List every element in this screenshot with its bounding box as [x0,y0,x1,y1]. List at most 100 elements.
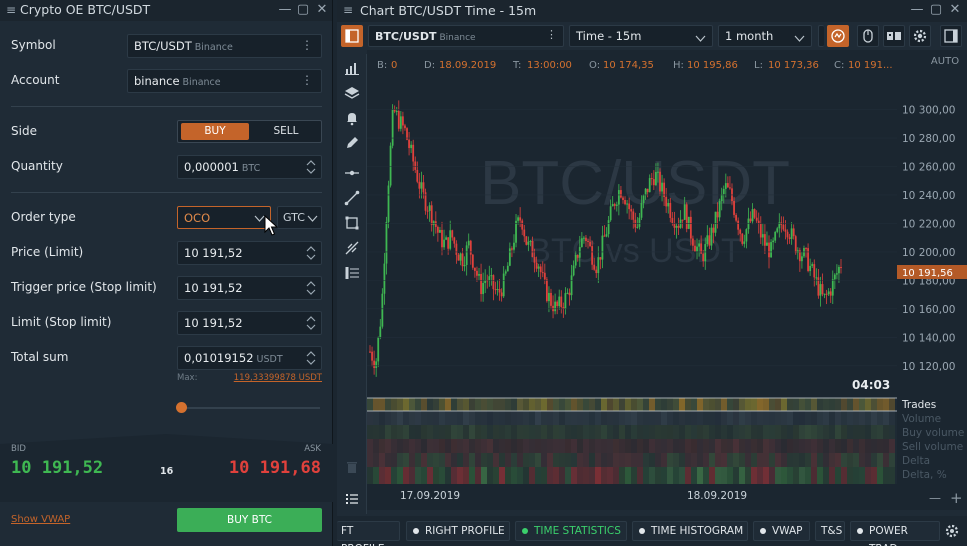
total-sum-input[interactable]: 0,01019152 USDT [177,346,322,370]
symbol-selector[interactable]: BTC/USDT Binance ⋮ [127,34,322,58]
ask-price[interactable]: 10 191,68 [229,458,321,478]
templates-icon[interactable] [883,25,905,47]
indicator-cell [685,467,691,484]
indicator-cell [391,425,397,439]
symbol-label: Symbol [11,38,56,52]
indicators-icon[interactable] [344,60,360,76]
zoom-in-button[interactable]: + [950,489,963,507]
candle-body [385,221,388,264]
alert-bell-icon[interactable] [344,110,360,126]
tab-power-trades[interactable]: POWER TRAD [850,521,940,546]
indicator-cell [583,398,589,411]
candlestick-chart[interactable]: BTC/USDT BTC vs USDT B: 0 D: 18.09.2019 … [367,50,967,510]
menu-icon[interactable]: ≡ [343,3,353,17]
zoom-out-button[interactable]: — [929,491,941,505]
stepper-icon[interactable] [305,244,317,262]
indicator-label-volume[interactable]: Volume [902,413,941,425]
limit-stop-input[interactable]: 10 191,52 [177,311,322,335]
minimize-icon[interactable]: — [277,2,293,17]
range-dropdown[interactable]: 1 month [718,25,812,47]
stepper-icon[interactable] [305,314,317,332]
tab-time-histogram[interactable]: TIME HISTOGRAM [632,521,748,541]
fibonacci-icon[interactable] [344,240,360,256]
price-chart[interactable]: BTC/USDT BTC vs USDT B: 0 D: 18.09.2019 … [367,50,967,510]
indicator-cell [565,398,571,411]
bid-price[interactable]: 10 191,52 [11,458,103,478]
close-icon[interactable]: ✕ [314,2,330,17]
time-in-force-dropdown[interactable]: GTC [277,206,322,229]
indicator-cell [391,398,397,411]
minimize-icon[interactable]: — [909,2,925,17]
indicator-cell [517,411,523,425]
indicator-cell [715,411,721,425]
timeframe-value: Time - 15m [576,29,642,43]
settings-gear-icon[interactable] [944,523,960,542]
tab-time-and-sales[interactable]: T&S [815,521,845,541]
horizontal-line-icon[interactable] [344,165,360,181]
maximize-icon[interactable]: ▢ [295,2,311,17]
indicator-cell [829,398,835,411]
rectangle-icon[interactable] [344,215,360,231]
mouse-icon[interactable] [857,25,879,47]
indicator-cell [595,398,601,411]
sell-side-button[interactable]: SELL [254,123,318,140]
candle-body [506,265,509,272]
max-amount-link[interactable]: 119,33399878 USDT [234,373,322,383]
trash-icon[interactable] [344,459,360,475]
maximize-icon[interactable]: ▢ [928,2,944,17]
more-options-icon[interactable]: ⋮ [546,28,557,41]
indicator-cell [835,467,841,484]
tab-left-profile[interactable]: FT PROFILE [337,521,400,546]
stepper-icon[interactable] [305,279,317,297]
quantity-input[interactable]: 0,000001 BTC [177,155,322,179]
candle-body [395,110,398,112]
trend-line-icon[interactable] [344,190,360,206]
object-list-icon[interactable] [344,491,360,507]
order-type-dropdown[interactable]: OCO [177,206,271,229]
amount-slider-handle[interactable] [176,402,187,413]
auto-scale-button[interactable]: AUTO [931,56,959,67]
more-options-icon[interactable]: ⋮ [301,73,313,87]
menu-icon[interactable]: ≡ [6,3,16,17]
tab-right-profile[interactable]: RIGHT PROFILE [406,521,510,541]
indicator-label-sell-volume[interactable]: Sell volume [902,441,963,453]
indicator-cell [889,439,895,453]
timeframe-dropdown[interactable]: Time - 15m [569,25,713,47]
candle-body [568,292,571,296]
candle-body [543,272,546,280]
stepper-icon[interactable] [305,158,317,176]
tab-vwap[interactable]: VWAP [753,521,810,541]
indicator-cell [577,453,583,467]
layers-icon[interactable] [344,85,360,101]
account-selector[interactable]: binance Binance ⋮ [127,69,322,93]
pencil-icon[interactable] [344,135,360,151]
toggle-panel-icon[interactable] [341,25,363,47]
indicator-label-buy-volume[interactable]: Buy volume [902,427,964,439]
indicator-cell [547,467,553,484]
indicator-cell [817,467,823,484]
indicator-label-delta-percent[interactable]: Delta, % [902,469,947,481]
stepper-icon[interactable] [305,349,317,367]
show-vwap-link[interactable]: Show VWAP [11,514,70,525]
side-panel-icon[interactable] [940,25,962,47]
trigger-price-input[interactable]: 10 191,52 [177,276,322,300]
chart-symbol-selector[interactable]: BTC/USDT Binance ⋮ [368,25,564,47]
candle-body [420,182,423,189]
indicator-label-delta[interactable]: Delta [902,455,930,467]
indicator-cell [559,439,565,453]
more-options-icon[interactable]: ⋮ [301,38,313,52]
amount-slider-track[interactable] [182,407,320,409]
buy-side-button[interactable]: BUY [181,123,249,140]
price-limit-input[interactable]: 10 191,52 [177,241,322,265]
settings-gear-icon[interactable] [909,25,931,47]
tab-time-statistics[interactable]: TIME STATISTICS [515,521,627,541]
candle-body [652,179,655,186]
total-sum-label: Total sum [11,350,69,364]
text-note-icon[interactable] [344,265,360,281]
indicator-cell [817,398,823,411]
close-icon[interactable]: ✕ [947,2,963,17]
magnet-icon[interactable] [827,25,849,47]
indicator-cell [475,439,481,453]
buy-btc-button[interactable]: BUY BTC [177,508,322,532]
indicator-label-trades[interactable]: Trades [901,399,936,411]
